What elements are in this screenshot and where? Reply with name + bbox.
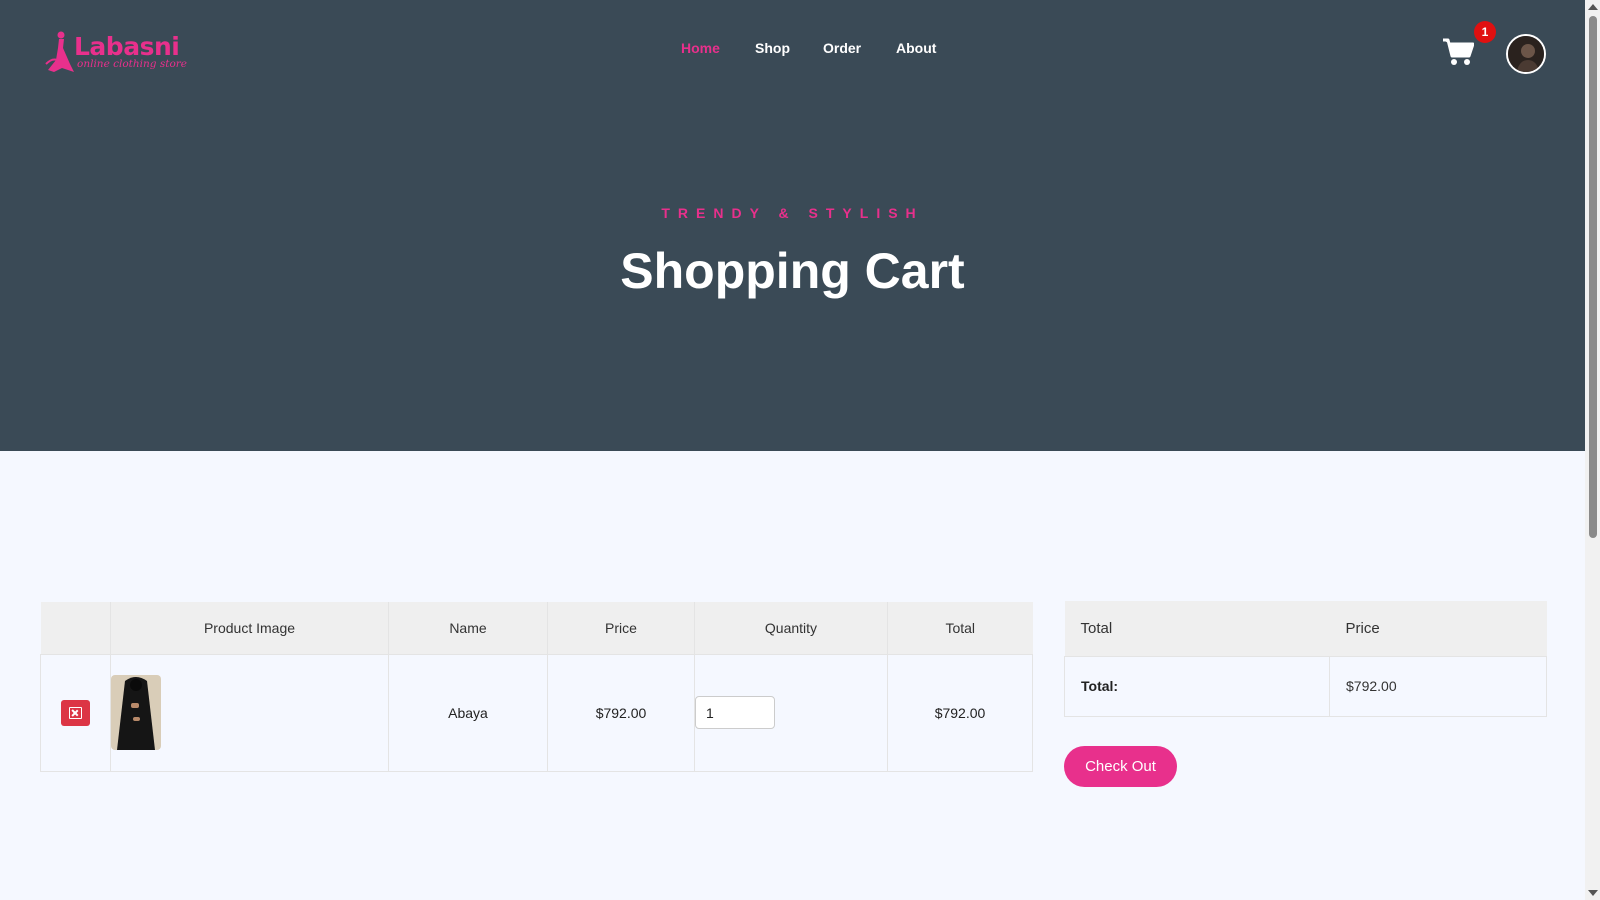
quantity-cell — [694, 653, 888, 772]
column-header-quantity: Quantity — [694, 602, 888, 654]
product-total: $792.00 — [887, 653, 1033, 772]
product-image-cell — [110, 653, 389, 772]
product-price: $792.00 — [547, 653, 695, 772]
column-header-price: Price — [547, 602, 695, 654]
scrollbar-thumb[interactable] — [1589, 16, 1597, 538]
summary-header-total: Total — [1064, 601, 1330, 656]
page-scrollbar[interactable] — [1585, 0, 1600, 900]
hero-section: Labasni online clothing store Home Shop … — [0, 0, 1585, 451]
cart-count-badge: 1 — [1474, 21, 1496, 43]
scroll-down-icon[interactable] — [1588, 890, 1598, 896]
summary-total-label: Total: — [1064, 655, 1330, 717]
checkout-button[interactable]: Check Out — [1064, 746, 1177, 787]
scroll-up-icon[interactable] — [1588, 4, 1598, 10]
avatar-image — [1508, 36, 1544, 72]
product-name: Abaya — [388, 653, 548, 772]
column-header-image: Product Image — [110, 602, 389, 654]
table-row: Abaya $792.00 $792.00 — [40, 653, 1033, 772]
column-header-remove — [40, 602, 111, 654]
cart-icon[interactable] — [1442, 38, 1474, 66]
close-icon — [69, 706, 82, 719]
nav-home[interactable]: Home — [681, 40, 720, 56]
main-nav: Home Shop Order About — [0, 40, 1585, 60]
quantity-input[interactable] — [695, 696, 775, 729]
column-header-name: Name — [388, 602, 548, 654]
summary-header-price: Price — [1329, 601, 1547, 656]
nav-shop[interactable]: Shop — [755, 40, 790, 56]
nav-about[interactable]: About — [896, 40, 936, 56]
cart-summary-table: Total Price Total: $792.00 — [1064, 601, 1547, 717]
page-title: Shopping Cart — [620, 243, 965, 299]
cart-table-header: Product Image Name Price Quantity Total — [40, 602, 1033, 654]
product-image[interactable] — [111, 675, 161, 750]
nav-order[interactable]: Order — [823, 40, 861, 56]
summary-header: Total Price — [1064, 601, 1547, 656]
hero-subtitle: TRENDY & STYLISH — [661, 205, 924, 221]
remove-cell — [40, 653, 111, 772]
summary-row: Total: $792.00 — [1064, 655, 1547, 717]
column-header-total: Total — [887, 602, 1033, 654]
remove-item-button[interactable] — [61, 699, 90, 726]
cart-table: Product Image Name Price Quantity Total … — [40, 602, 1033, 772]
summary-total-value: $792.00 — [1329, 655, 1547, 717]
user-avatar[interactable] — [1506, 34, 1546, 74]
